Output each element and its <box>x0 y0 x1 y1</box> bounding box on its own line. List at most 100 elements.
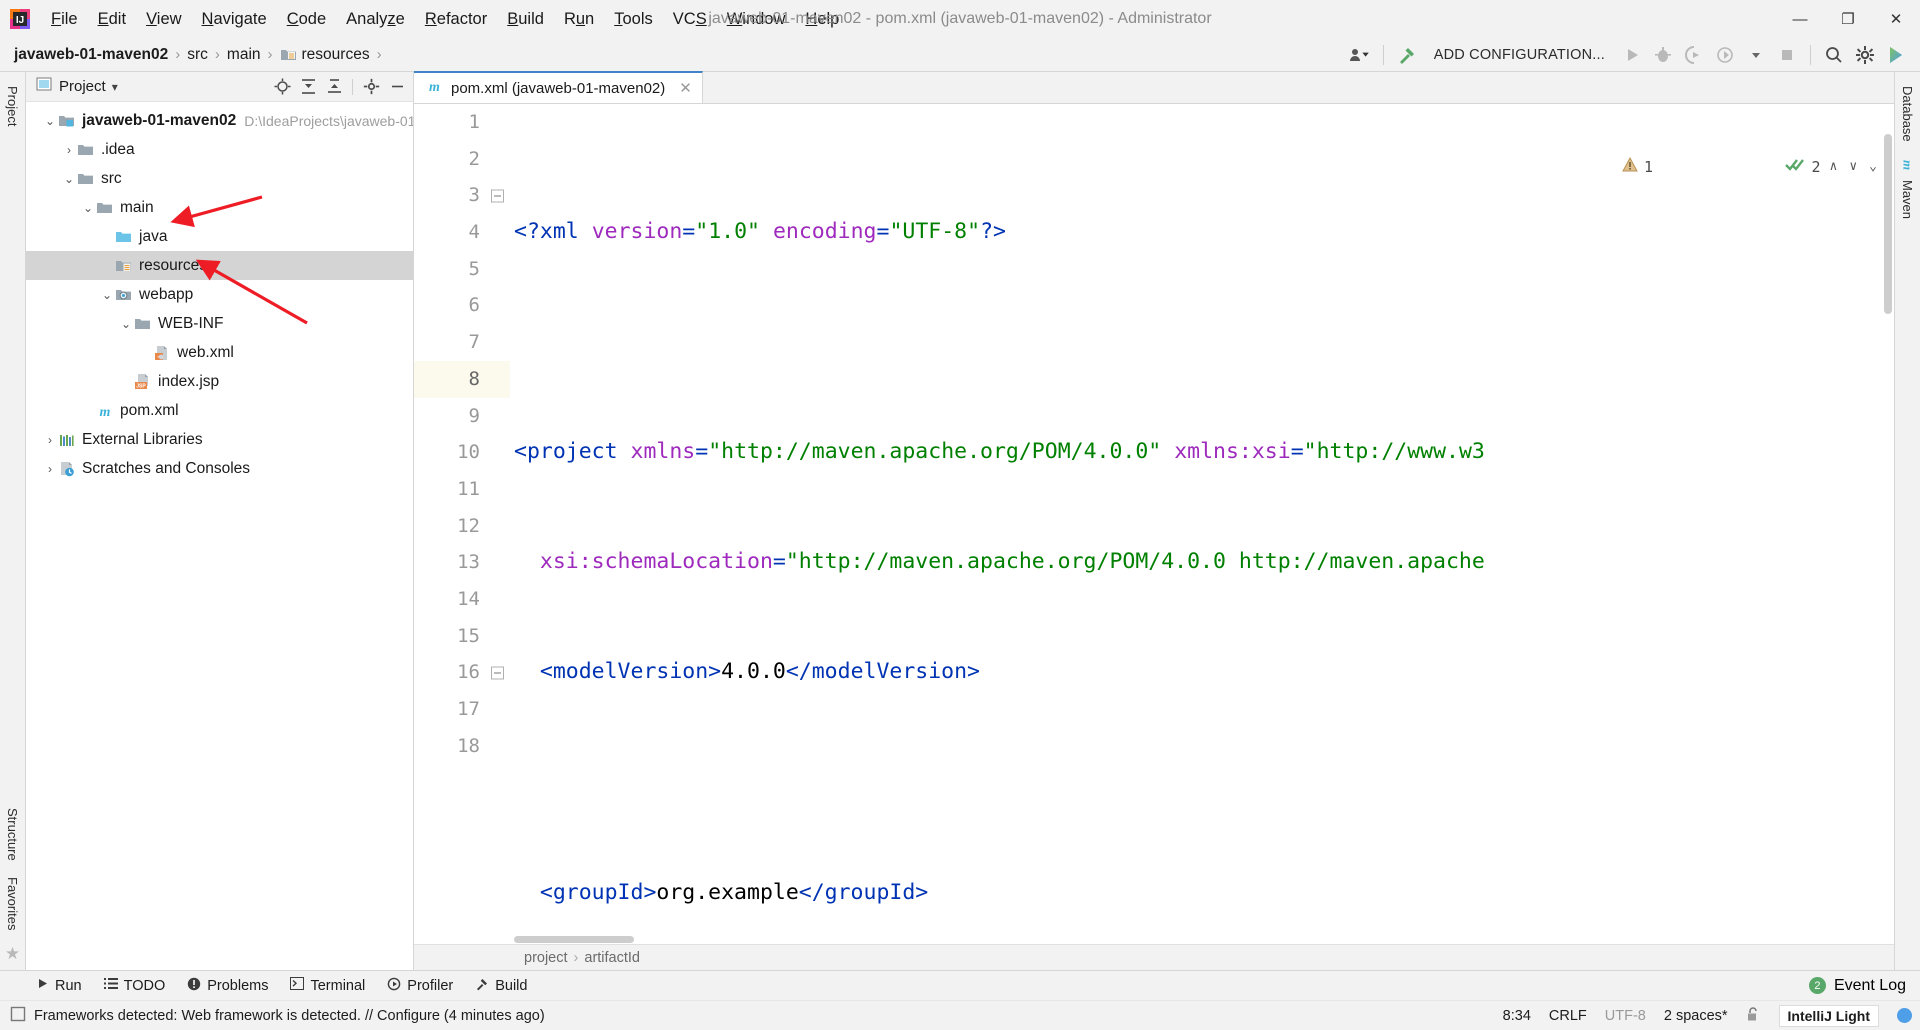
tree-node-webapp[interactable]: ⌄ webapp <box>26 280 413 309</box>
editor-breadcrumb-artifactid[interactable]: artifactId <box>584 950 640 966</box>
run-icon[interactable] <box>1618 42 1646 68</box>
project-tree[interactable]: ⌄ javaweb-01-maven02 D:\IdeaProjects\javaw… <box>26 102 413 970</box>
tree-node-java[interactable]: java <box>26 222 413 251</box>
rail-button-favorites[interactable]: Favorites <box>5 869 20 938</box>
settings-gear-icon[interactable] <box>1851 42 1879 68</box>
prev-problem-icon[interactable]: ∧ <box>1827 149 1841 186</box>
tree-node-pom-xml[interactable]: m pom.xml <box>26 396 413 425</box>
tool-button-build[interactable]: Build <box>465 975 537 997</box>
line-number-5[interactable]: 5 <box>414 251 510 288</box>
line-number-gutter[interactable]: 1 2 3 4 5 6 7 8 9 10 11 12 13 14 15 16 17 18 <box>414 104 510 934</box>
menu-window[interactable]: Window <box>717 6 796 33</box>
line-number-8[interactable]: 8 <box>414 360 510 398</box>
menu-build[interactable]: Build <box>497 6 554 33</box>
tree-twisty-icon[interactable]: ⌄ <box>42 114 58 128</box>
rail-button-project[interactable]: Project <box>5 78 20 134</box>
hide-icon[interactable] <box>387 77 407 97</box>
menu-analyze[interactable]: Analyze <box>336 6 415 33</box>
menu-vcs[interactable]: VCS <box>663 6 717 33</box>
line-number-7[interactable]: 7 <box>414 324 510 361</box>
line-number-16[interactable]: 16 <box>414 654 510 691</box>
unlocked-icon[interactable] <box>1746 1006 1761 1026</box>
expand-all-icon[interactable] <box>298 77 318 97</box>
tree-node-web-xml[interactable]: < web.xml <box>26 338 413 367</box>
tree-twisty-icon[interactable]: ⌄ <box>118 317 134 331</box>
rail-button-structure[interactable]: Structure <box>5 800 20 869</box>
tree-twisty-icon[interactable]: › <box>61 143 77 157</box>
next-problem-icon[interactable]: ∨ <box>1846 149 1860 186</box>
code-content[interactable]: <?xml version="1.0" encoding="UTF-8"?> <… <box>510 104 1894 934</box>
build-hammer-icon[interactable] <box>1393 42 1421 68</box>
tree-node-index-jsp[interactable]: JSP index.jsp <box>26 367 413 396</box>
line-number-9[interactable]: 9 <box>414 398 510 435</box>
menu-file[interactable]: File <box>41 6 88 33</box>
editor-viewport[interactable]: 1 2 3 4 5 6 7 8 9 10 11 12 13 14 15 16 17 18 <?xml versio… <box>414 104 1894 934</box>
tree-node-idea[interactable]: › .idea <box>26 135 413 164</box>
line-number-11[interactable]: 11 <box>414 471 510 508</box>
caret-position[interactable]: 8:34 <box>1503 1008 1531 1024</box>
breadcrumb-item-main[interactable]: main <box>227 46 261 64</box>
menu-refactor[interactable]: Refactor <box>415 6 497 33</box>
chevron-down-icon[interactable] <box>1742 42 1770 68</box>
chevron-down-icon[interactable]: ▾ <box>112 80 118 94</box>
line-number-3[interactable]: 3 <box>414 177 510 214</box>
tree-twisty-icon[interactable]: ⌄ <box>99 288 115 302</box>
minimize-button[interactable]: — <box>1776 0 1824 38</box>
add-configuration-button[interactable]: ADD CONFIGURATION... <box>1424 47 1615 63</box>
collapse-all-icon[interactable] <box>324 77 344 97</box>
menu-navigate[interactable]: Navigate <box>192 6 277 33</box>
scrollbar-thumb[interactable] <box>1884 134 1892 314</box>
file-encoding[interactable]: UTF-8 <box>1605 1008 1646 1024</box>
breadcrumb-item-project[interactable]: javaweb-01-maven02 <box>14 46 168 64</box>
line-number-12[interactable]: 12 <box>414 508 510 545</box>
tree-node-resources[interactable]: resources <box>26 251 413 280</box>
line-separator[interactable]: CRLF <box>1549 1008 1587 1024</box>
tool-button-profiler[interactable]: Profiler <box>377 975 463 997</box>
rail-button-database[interactable]: Database <box>1900 78 1915 150</box>
search-everywhere-icon[interactable] <box>1820 42 1848 68</box>
line-number-10[interactable]: 10 <box>414 434 510 471</box>
breadcrumb-item-resources[interactable]: resources <box>302 46 370 64</box>
user-dropdown-icon[interactable] <box>1346 42 1374 68</box>
settings-gear-icon[interactable] <box>361 77 381 97</box>
code-fold-icon[interactable] <box>491 666 504 680</box>
updates-icon[interactable] <box>1882 42 1910 68</box>
line-number-18[interactable]: 18 <box>414 728 510 765</box>
close-button[interactable]: ✕ <box>1872 0 1920 38</box>
menu-edit[interactable]: Edit <box>88 6 136 33</box>
tool-button-problems[interactable]: Problems <box>177 975 278 997</box>
line-number-6[interactable]: 6 <box>414 287 510 324</box>
menu-code[interactable]: Code <box>277 6 336 33</box>
close-icon[interactable]: ✕ <box>679 79 692 97</box>
profile-icon[interactable] <box>1711 42 1739 68</box>
tree-node-web-inf[interactable]: ⌄ WEB-INF <box>26 309 413 338</box>
tree-twisty-icon[interactable]: › <box>42 433 58 447</box>
line-number-17[interactable]: 17 <box>414 691 510 728</box>
line-number-2[interactable]: 2 <box>414 141 510 178</box>
tree-node-scratches-and-consoles[interactable]: › Scratches and Consoles <box>26 454 413 483</box>
editor-tab-pom-xml[interactable]: m pom.xml (javaweb-01-maven02) ✕ <box>414 71 703 103</box>
line-number-1[interactable]: 1 <box>414 104 510 141</box>
tree-node-src[interactable]: ⌄ src <box>26 164 413 193</box>
status-message[interactable]: Frameworks detected: Web framework is de… <box>34 1008 545 1024</box>
menu-run[interactable]: Run <box>554 6 604 33</box>
run-coverage-icon[interactable] <box>1680 42 1708 68</box>
line-number-4[interactable]: 4 <box>414 214 510 251</box>
line-number-13[interactable]: 13 <box>414 544 510 581</box>
theme-selector[interactable]: IntelliJ Light <box>1778 1004 1879 1027</box>
tool-button-todo[interactable]: TODO <box>94 975 176 996</box>
rail-button-maven[interactable]: Maven <box>1900 172 1915 227</box>
inspection-widget[interactable]: 1 2 ∧ ∨ ⌄ <box>1493 110 1882 225</box>
indent-setting[interactable]: 2 spaces* <box>1664 1008 1728 1024</box>
maximize-button[interactable]: ❐ <box>1824 0 1872 38</box>
event-log-button[interactable]: Event Log <box>1834 977 1906 995</box>
breadcrumb-item-src[interactable]: src <box>187 46 208 64</box>
stop-icon[interactable] <box>1773 42 1801 68</box>
menu-help[interactable]: Help <box>795 6 849 33</box>
editor-vertical-scrollbar[interactable] <box>1882 104 1894 934</box>
inspection-more-icon[interactable]: ⌄ <box>1866 149 1880 186</box>
tree-twisty-icon[interactable]: ⌄ <box>61 172 77 186</box>
tree-twisty-icon[interactable]: › <box>42 462 58 476</box>
menu-tools[interactable]: Tools <box>604 6 663 33</box>
tool-button-run[interactable]: Run <box>26 975 92 996</box>
